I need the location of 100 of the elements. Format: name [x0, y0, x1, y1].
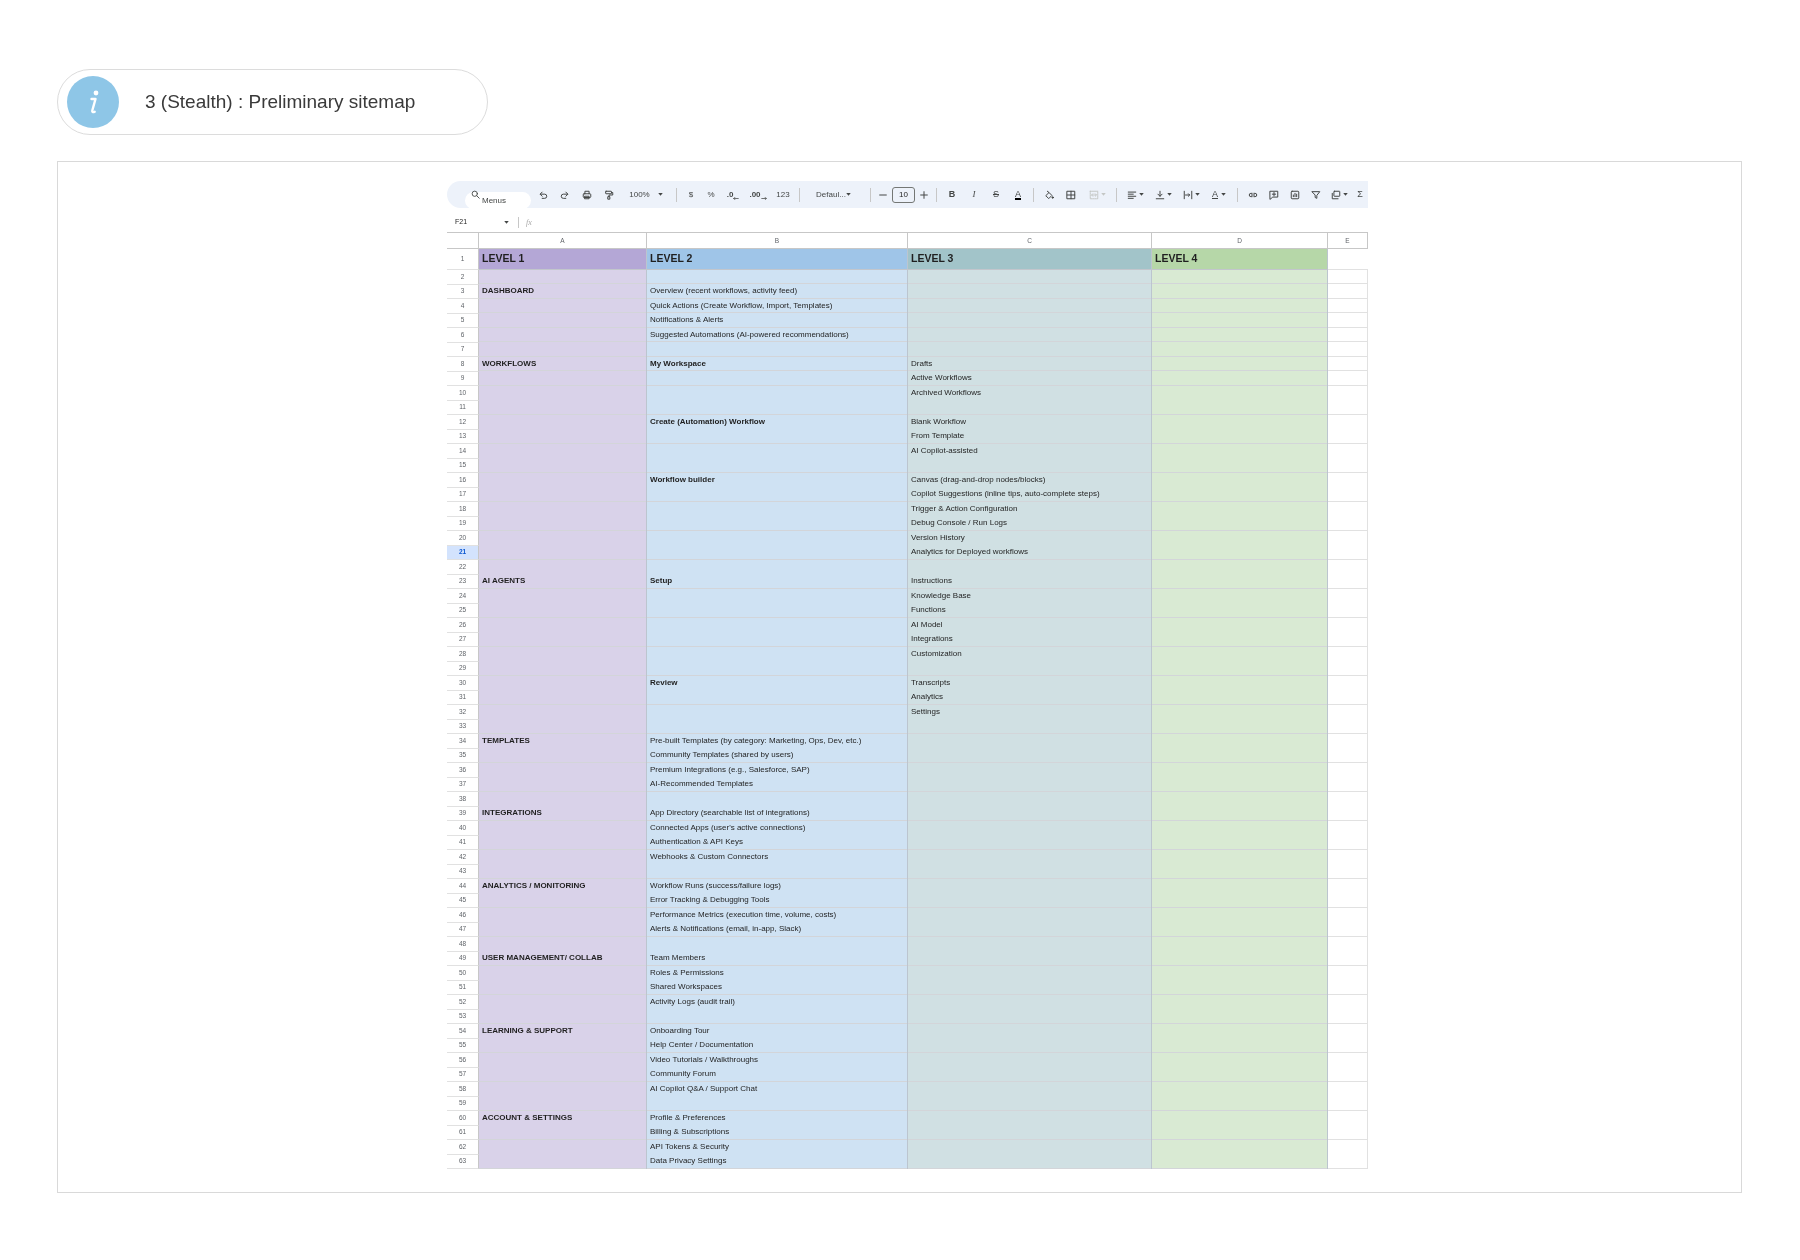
undo-icon: [538, 189, 548, 200]
increase-decimal-button[interactable]: .00: [746, 184, 770, 205]
table-cell-text: Settings: [910, 705, 941, 718]
caret-icon: [1100, 193, 1106, 196]
table-cell-text: Copilot Suggestions (inline tips, auto-complete steps): [910, 488, 1101, 501]
table-cell-text: Debug Console / Run Logs: [910, 517, 1009, 530]
table-cell-text: Shared Workspaces: [649, 981, 723, 994]
table-cell-text: Connected Apps (user's active connections): [649, 821, 807, 834]
table-cell-text: AI Model: [910, 618, 944, 631]
search-icon: [471, 190, 480, 199]
table-cell-text: Blank Workflow: [910, 415, 967, 428]
table-cell-text: Analytics: [910, 691, 944, 704]
align-left-icon: [1126, 189, 1137, 200]
paint-bucket-icon: [1044, 189, 1054, 200]
caret-icon: [657, 193, 663, 196]
zoom-dropdown[interactable]: 100%: [621, 184, 671, 205]
table-cell-text: WORKFLOWS: [481, 357, 538, 370]
table-cell-text: Workflow builder: [649, 473, 716, 486]
table-cell-text: INTEGRATIONS: [481, 807, 543, 820]
table-cell-text: Webhooks & Custom Connectors: [649, 850, 770, 863]
table-cell-text: Notifications & Alerts: [649, 314, 725, 327]
table-cell-text: Pre-built Templates (by category: Marketing, Ops, Dev, etc.): [649, 734, 863, 747]
header-cell: LEVEL 4: [1152, 249, 1328, 270]
caret-icon: [1138, 193, 1144, 196]
table-cell-text: Team Members: [649, 952, 707, 965]
right-arrow-icon: [760, 196, 767, 200]
table-cell-text: Profile & Preferences: [649, 1111, 727, 1124]
caret-icon: [1194, 193, 1200, 196]
italic-button[interactable]: I: [964, 184, 984, 205]
table-cell-text: Error Tracking & Debugging Tools: [649, 894, 771, 907]
table-cell-text: From Template: [910, 430, 966, 443]
table-cell-text: Integrations: [910, 633, 954, 646]
table-cell-text: Canvas (drag-and-drop nodes/blocks): [910, 473, 1047, 486]
borders-icon: [1066, 189, 1076, 200]
table-cell-text: Create (Automation) Workflow: [649, 415, 766, 428]
plus-icon: [919, 189, 929, 200]
table-cell-text: AI Copilot Q&A / Support Chat: [649, 1082, 759, 1095]
table-cell-text: Drafts: [910, 357, 934, 370]
table-cell-text: Workflow Runs (success/failure logs): [649, 879, 782, 892]
font-size-field[interactable]: 10: [892, 186, 915, 203]
table-cell-text: Review: [649, 676, 679, 689]
table-cell-text: LEARNING & SUPPORT: [481, 1024, 574, 1037]
info-icon: [67, 76, 119, 128]
comment-icon: [1268, 189, 1279, 200]
redo-icon: [560, 189, 570, 200]
function-label: fx: [526, 216, 532, 229]
table-cell-text: Functions: [910, 604, 947, 617]
table-cell-text: Premium Integrations (e.g., Salesforce, SAP): [649, 763, 811, 776]
table-cell-text: AI Copilot-assisted: [910, 444, 979, 457]
table-cell-text: Billing & Subscriptions: [649, 1126, 731, 1139]
table-cell-text: Help Center / Documentation: [649, 1039, 755, 1052]
table-cell-text: Alerts & Notifications (email, in-app, Slack): [649, 923, 803, 936]
table-cell-text: Authentication & API Keys: [649, 836, 744, 849]
table-cell-text: ACCOUNT & SETTINGS: [481, 1111, 574, 1124]
functions-button[interactable]: Σ: [1354, 184, 1366, 205]
bold-button[interactable]: B: [942, 184, 962, 205]
table-cell-text: Performance Metrics (execution time, volume, costs): [649, 908, 838, 921]
table-cell-text: Transcripts: [910, 676, 952, 689]
table-cell-text: Activity Logs (audit trail): [649, 995, 736, 1008]
table-cell-text: API Tokens & Security: [649, 1140, 730, 1153]
percent-button[interactable]: %: [702, 184, 720, 205]
table-cell-text: Instructions: [910, 575, 953, 588]
search-field[interactable]: Menus: [465, 192, 531, 208]
table-cell-text: TEMPLATES: [481, 734, 531, 747]
table-cell-text: App Directory (searchable list of integrations): [649, 807, 811, 820]
table-cell-text: My Workspace: [649, 357, 707, 370]
printer-icon: [582, 189, 592, 200]
table-cell-text: Suggested Automations (AI-powered recommendations): [649, 328, 850, 341]
number-format-button[interactable]: 123: [772, 184, 794, 205]
text-rotation-button[interactable]: A: [1206, 184, 1232, 205]
paint-roller-icon: [604, 189, 614, 200]
caret-icon: [1166, 193, 1172, 196]
chart-icon: [1289, 189, 1300, 200]
table-cell-text: Analytics for Deployed workflows: [910, 546, 1029, 559]
table-cell-text: AI AGENTS: [481, 575, 527, 588]
table-cell-text: Archived Workflows: [910, 386, 983, 399]
table-cell-text: ANALYTICS / MONITORING: [481, 879, 587, 892]
table-cell-text: Setup: [649, 575, 674, 588]
table-cell-text: Data Privacy Settings: [649, 1155, 728, 1168]
table-cell-text: AI-Recommended Templates: [649, 778, 754, 791]
left-arrow-icon: [733, 196, 740, 200]
text-color-button[interactable]: A: [1008, 184, 1028, 205]
font-dropdown[interactable]: Defaul...: [805, 184, 865, 205]
currency-button[interactable]: $: [682, 184, 700, 205]
caret-icon: [504, 221, 509, 224]
table-cell-text: Knowledge Base: [910, 589, 973, 602]
table-cell-text: Trigger & Action Configuration: [910, 502, 1019, 515]
table-cell-text: Roles & Permissions: [649, 966, 725, 979]
header-cell: LEVEL 2: [647, 249, 908, 270]
caret-icon: [1221, 193, 1226, 196]
table-cell-text: Community Forum: [649, 1068, 717, 1081]
table-cell-text: Video Tutorials / Walkthroughs: [649, 1053, 760, 1066]
table-cell-text: Overview (recent workflows, activity feed): [649, 285, 799, 298]
caret-icon: [845, 193, 851, 196]
decrease-decimal-button[interactable]: .0: [722, 184, 744, 205]
table-cell-text: Community Templates (shared by users): [649, 749, 795, 762]
stacked-squares-icon: [1331, 189, 1341, 200]
table-cell-text: Version History: [910, 531, 966, 544]
table-cell-text: Onboarding Tour: [649, 1024, 711, 1037]
strikethrough-button[interactable]: S: [986, 184, 1006, 205]
